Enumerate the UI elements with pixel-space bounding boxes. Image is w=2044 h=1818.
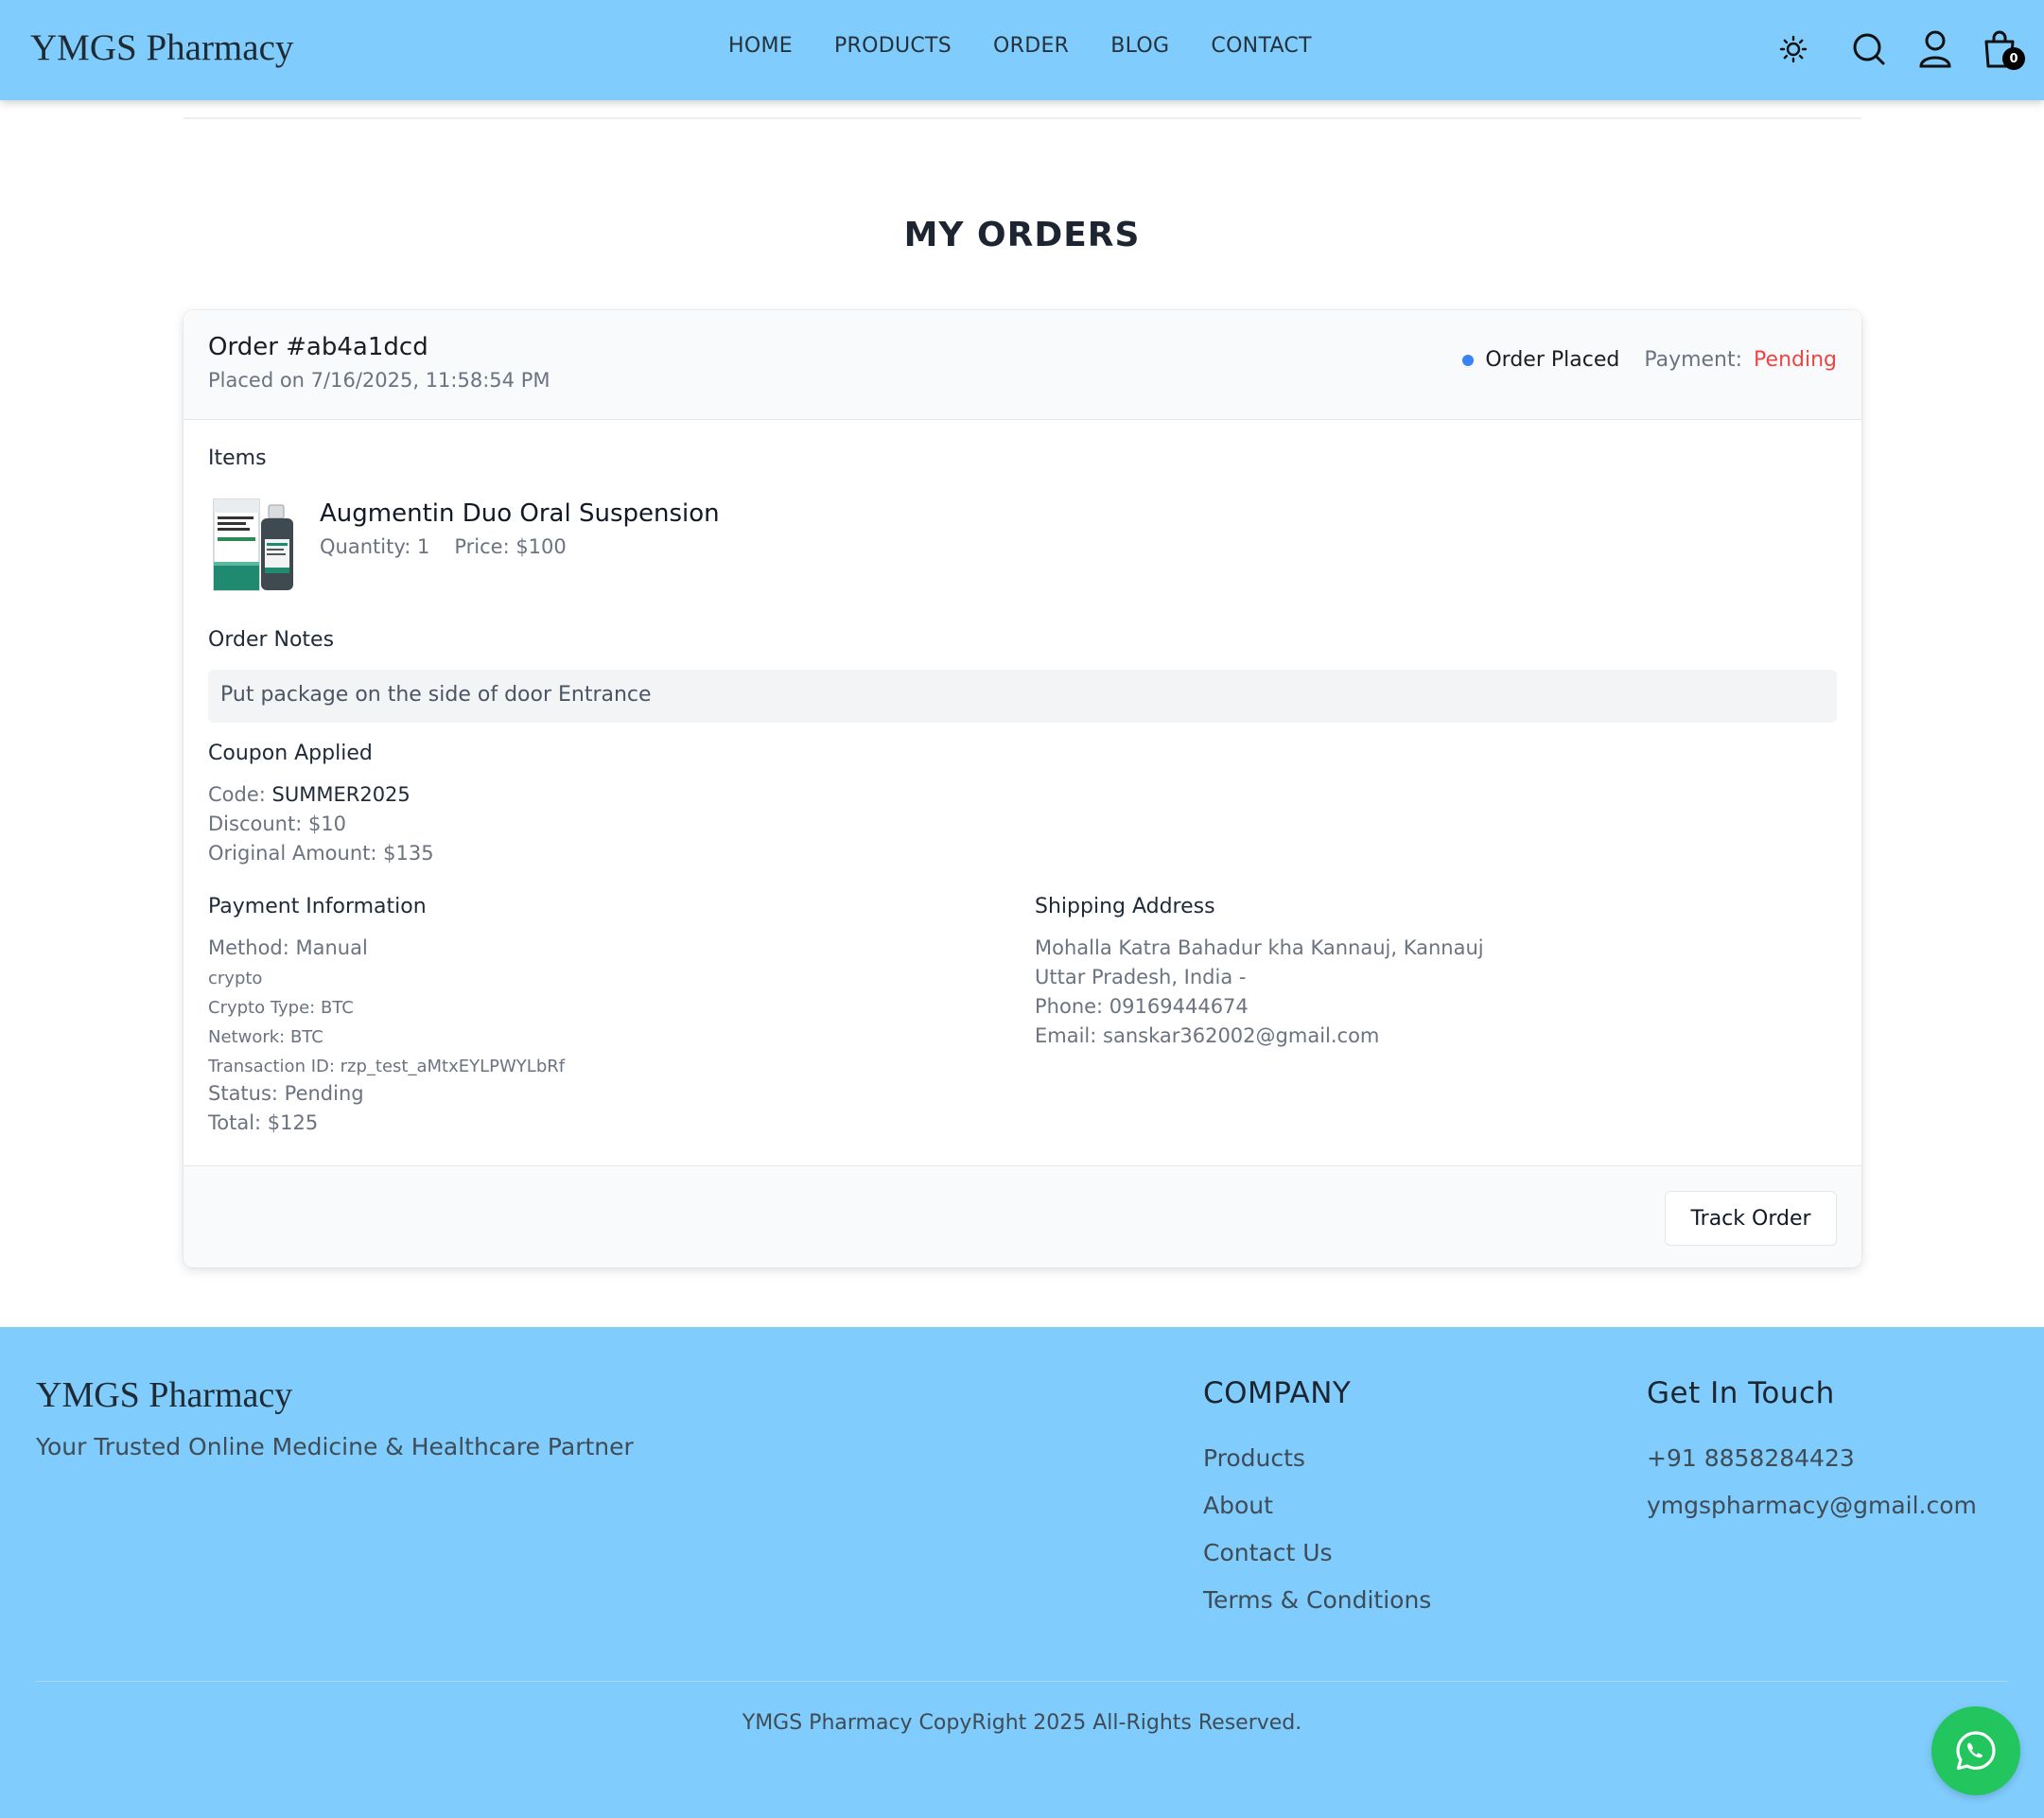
cart-count-badge: 0 [2002, 47, 2025, 70]
payment-label: Payment: [1644, 348, 1743, 372]
item-price: Price: $100 [454, 535, 567, 558]
footer-link-products[interactable]: Products [1203, 1444, 1305, 1472]
footer-tagline: Your Trusted Online Medicine & Healthcar… [36, 1433, 634, 1460]
order-card: Order #ab4a1dcd Placed on 7/16/2025, 11:… [183, 310, 1861, 1267]
footer-link-contact[interactable]: Contact Us [1203, 1539, 1333, 1566]
payment-status: Status: Pending [208, 1082, 364, 1105]
order-status: Order Placed [1485, 348, 1620, 372]
nav-order[interactable]: ORDER [993, 34, 1069, 58]
payment-transaction-id: Transaction ID: rzp_test_aMtxEYLPWYLbRf [208, 1057, 566, 1076]
track-order-button[interactable]: Track Order [1665, 1191, 1837, 1246]
nav-contact[interactable]: CONTACT [1211, 34, 1311, 58]
nav-blog[interactable]: BLOG [1110, 34, 1169, 58]
payment-info-heading: Payment Information [208, 895, 427, 918]
status-dot-icon [1462, 354, 1475, 366]
order-id: Order #ab4a1dcd [208, 333, 428, 361]
order-notes: Put package on the side of door Entrance [208, 670, 1837, 723]
header-divider [183, 117, 1861, 119]
whatsapp-icon [1956, 1731, 1996, 1771]
order-status-group: Order Placed Payment: Pending [1462, 348, 1837, 372]
contact-heading: Get In Touch [1647, 1376, 1835, 1410]
coupon-original-amount: Original Amount: $135 [208, 842, 434, 865]
footer-email: ymgspharmacy@gmail.com [1647, 1492, 1977, 1519]
nav-home[interactable]: HOME [728, 34, 793, 58]
payment-total: Total: $125 [208, 1111, 319, 1134]
coupon-discount: Discount: $10 [208, 813, 347, 835]
footer-phone: +91 8858284423 [1647, 1444, 1855, 1472]
company-links: Products About Contact Us Terms & Condit… [1203, 1444, 1431, 1634]
page-title: MY ORDERS [903, 216, 1141, 254]
product-image [212, 496, 297, 594]
item-name: Augmentin Duo Oral Suspension [320, 499, 720, 528]
order-card-header: Order #ab4a1dcd Placed on 7/16/2025, 11:… [183, 310, 1861, 420]
site-header: YMGS Pharmacy HOME PRODUCTS ORDER BLOG C… [0, 0, 2044, 100]
order-card-footer: Track Order [183, 1165, 1861, 1267]
coupon-code: SUMMER2025 [271, 783, 411, 806]
coupon-code-line: Code: SUMMER2025 [208, 783, 411, 806]
contact-info: +91 8858284423 ymgspharmacy@gmail.com [1647, 1444, 1977, 1539]
copyright: YMGS Pharmacy CopyRight 2025 All-Rights … [742, 1711, 1302, 1735]
cart-icon[interactable]: 0 [1981, 28, 2025, 70]
site-logo[interactable]: YMGS Pharmacy [30, 26, 293, 69]
theme-toggle-icon[interactable] [1774, 28, 1812, 70]
item-quantity: Quantity: 1 [320, 535, 430, 558]
payment-network: Network: BTC [208, 1027, 323, 1047]
nav-products[interactable]: PRODUCTS [834, 34, 952, 58]
shipping-phone: Phone: 09169444674 [1035, 995, 1249, 1018]
payment-status-badge: Pending [1754, 348, 1837, 372]
notes-heading: Order Notes [208, 628, 335, 652]
coupon-code-label: Code: [208, 783, 266, 806]
payment-crypto: crypto [208, 969, 263, 988]
whatsapp-chat-button[interactable] [1931, 1706, 2020, 1795]
items-heading: Items [208, 446, 267, 470]
site-footer: YMGS Pharmacy Your Trusted Online Medici… [0, 1327, 2044, 1818]
item-meta: Quantity: 1 Price: $100 [320, 535, 567, 558]
footer-logo: YMGS Pharmacy [36, 1375, 293, 1415]
shipping-email: Email: sanskar362002@gmail.com [1035, 1024, 1380, 1047]
footer-divider [36, 1681, 2007, 1682]
user-icon[interactable] [1916, 28, 1954, 70]
shipping-line1: Mohalla Katra Bahadur kha Kannauj, Kanna… [1035, 936, 1484, 959]
main-nav: HOME PRODUCTS ORDER BLOG CONTACT [728, 34, 1312, 58]
footer-link-about[interactable]: About [1203, 1492, 1273, 1519]
search-icon[interactable] [1850, 28, 1888, 70]
company-heading: COMPANY [1203, 1376, 1352, 1410]
order-date: Placed on 7/16/2025, 11:58:54 PM [208, 369, 550, 392]
payment-crypto-type: Crypto Type: BTC [208, 998, 354, 1018]
shipping-line2: Uttar Pradesh, India - [1035, 966, 1247, 988]
footer-link-terms[interactable]: Terms & Conditions [1203, 1586, 1431, 1614]
coupon-heading: Coupon Applied [208, 742, 373, 765]
shipping-heading: Shipping Address [1035, 895, 1215, 918]
payment-method: Method: Manual [208, 936, 368, 959]
